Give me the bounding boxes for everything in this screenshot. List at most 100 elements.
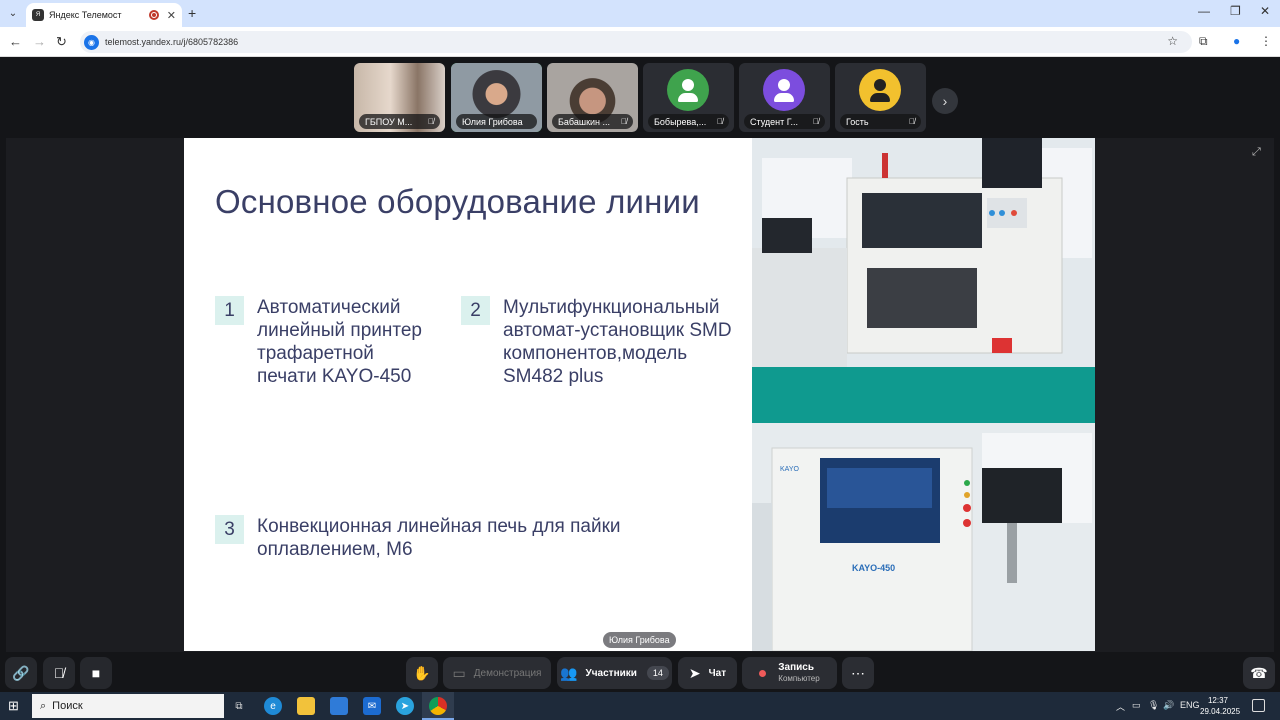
back-icon[interactable]: ← (9, 34, 22, 49)
machine-label: KAYO-450 (852, 563, 895, 573)
forward-icon[interactable]: → (33, 34, 46, 49)
stencil-printer-photo: KAYO KAYO-450 (752, 423, 1095, 652)
user-avatar-icon (859, 69, 901, 111)
chrome-icon[interactable] (429, 697, 447, 715)
leave-call-button[interactable]: ☎ (1243, 657, 1275, 689)
extensions-icon[interactable]: ⧉ (1199, 34, 1208, 49)
screen-share-icon: ▭ (452, 664, 466, 681)
tab-search-chevron-icon[interactable]: ⌄ (5, 5, 21, 21)
network-icon[interactable]: ▭ (1132, 700, 1141, 711)
item-number: 2 (461, 296, 490, 325)
taskbar-search[interactable]: ⌕ Поиск (32, 694, 224, 718)
user-avatar-icon (763, 69, 805, 111)
slide-item-1: 1 Автоматический линейный принтер трафар… (215, 296, 422, 388)
participants-button[interactable]: 👥 Участники 14 (557, 657, 672, 689)
raise-hand-button[interactable]: ✋ (406, 657, 438, 689)
hand-icon: ✋ (413, 664, 431, 681)
send-icon: ➤ (688, 664, 701, 681)
bookmark-star-icon[interactable]: ☆ (1167, 34, 1178, 48)
participant-tile-active-speaker[interactable]: Юлия Грибова (451, 63, 542, 132)
edge-icon[interactable]: e (264, 697, 282, 715)
mic-off-icon: 🎙̸ (621, 117, 627, 126)
participant-tile[interactable]: Гость 🎙̸ (835, 63, 926, 132)
tab-close-icon[interactable]: ✕ (167, 9, 176, 22)
language-indicator[interactable]: ENG (1180, 700, 1200, 710)
chat-button[interactable]: ➤ Чат (678, 657, 737, 689)
record-dot-icon (759, 669, 767, 677)
telegram-icon[interactable]: ➤ (396, 697, 414, 715)
reload-icon[interactable]: ↻ (56, 34, 67, 50)
close-window-icon[interactable]: ✕ (1260, 4, 1270, 18)
item-line: компонентов,модель (503, 343, 688, 364)
participant-name: Юлия Грибова (462, 116, 523, 127)
volume-icon[interactable]: 🔊 (1163, 700, 1174, 711)
item-line: линейный принтер (257, 320, 422, 341)
fullscreen-icon[interactable]: ⤢ (1252, 146, 1266, 160)
task-view-icon[interactable]: ⧉ (230, 697, 248, 715)
item-number: 1 (215, 296, 244, 325)
browser-tab[interactable]: Я Яндекс Телемост ✕ (26, 3, 182, 27)
slide-teal-band (752, 367, 1095, 423)
participant-name: Бабашкин ... (558, 116, 611, 127)
copy-link-button[interactable]: 🔗 (5, 657, 37, 689)
people-icon: 👥 (560, 664, 578, 681)
browser-menu-icon[interactable]: ⋮ (1260, 34, 1272, 48)
participant-name: Бобырева,... (654, 116, 707, 127)
slide-item-3: 3 Конвекционная линейная печь для пайки … (215, 515, 621, 561)
participant-tile[interactable]: Бабашкин ... 🎙̸ (547, 63, 638, 132)
item-line: SM482 plus (503, 366, 604, 387)
more-dots-icon: ⋯ (851, 664, 865, 681)
participant-tile[interactable]: ГБПОУ М... 🎙̸ (354, 63, 445, 132)
tray-chevron-icon[interactable]: ︿ (1116, 700, 1125, 713)
camera-toggle-button[interactable]: ■ (80, 657, 112, 689)
svg-text:KAYO: KAYO (780, 466, 799, 473)
item-line: Конвекционная линейная печь для пайки (257, 516, 621, 537)
mail-icon[interactable]: ✉ (363, 697, 381, 715)
url-text: telemost.yandex.ru/j/6805782386 (105, 37, 239, 47)
mic-off-icon: 🎙̸ (717, 117, 723, 126)
item-line: оплавлением, М6 (257, 539, 413, 560)
slide-images: KAYO KAYO-450 (752, 138, 1095, 652)
maximize-icon[interactable]: ❐ (1230, 4, 1241, 18)
notifications-icon[interactable] (1252, 699, 1265, 712)
new-tab-icon[interactable]: + (188, 5, 196, 21)
item-line: печати KAYO-450 (257, 366, 412, 387)
mic-off-icon: 🎙̸ (813, 117, 819, 126)
minimize-icon[interactable]: — (1198, 4, 1210, 18)
taskbar-clock[interactable]: 12:37 29.04.2025 (1200, 695, 1240, 717)
file-explorer-icon[interactable] (297, 697, 315, 715)
microphone-toggle-button[interactable]: 🎙̸ (43, 657, 75, 689)
site-info-icon[interactable]: ◉ (84, 34, 99, 50)
user-avatar-icon (667, 69, 709, 111)
browser-toolbar: ← → ↻ ◉ telemost.yandex.ru/j/6805782386 … (0, 27, 1280, 57)
store-icon[interactable] (330, 697, 348, 715)
camera-icon: ■ (91, 665, 101, 681)
speaker-name-badge: Юлия Грибова (603, 632, 676, 648)
phone-hangup-icon: ☎ (1250, 664, 1268, 681)
more-options-button[interactable]: ⋯ (842, 657, 874, 689)
meeting-controls: 🔗 🎙̸ ■ ✋ ▭ Демонстрация 👥 Участники 14 ➤ Чат… (0, 652, 1280, 692)
microphone-tray-icon[interactable]: 🎙 (1148, 700, 1159, 711)
item-line: трафаретной (257, 343, 374, 364)
mic-off-icon: 🎙̸ (53, 665, 65, 681)
windows-start-icon[interactable]: ⊞ (8, 699, 22, 713)
item-line: Автоматический (257, 297, 401, 318)
item-line: автомат-установщик SMD (503, 320, 732, 341)
participant-name: Гость (846, 116, 869, 127)
slide-item-2: 2 Мультифункциональный автомат-установщи… (461, 296, 732, 388)
participants-count: 14 (646, 666, 669, 680)
record-button[interactable]: Запись Компьютер (742, 657, 837, 689)
slide-title: Основное оборудование линии (215, 183, 700, 220)
participant-name: Студент Г... (750, 116, 799, 127)
mic-off-icon: 🎙̸ (909, 117, 915, 126)
next-participants-chevron-icon[interactable]: › (932, 88, 958, 114)
participant-name: ГБПОУ М... (365, 116, 413, 127)
item-number: 3 (215, 515, 244, 544)
participant-tile[interactable]: Бобырева,... 🎙̸ (643, 63, 734, 132)
profile-icon[interactable]: ● (1233, 34, 1240, 48)
address-bar[interactable]: ◉ telemost.yandex.ru/j/6805782386 ☆ (80, 31, 1192, 53)
participant-tile[interactable]: Студент Г... 🎙̸ (739, 63, 830, 132)
screen-share-button[interactable]: ▭ Демонстрация (443, 657, 551, 689)
browser-tab-strip: ⌄ Я Яндекс Телемост ✕ + — ❐ ✕ (0, 0, 1280, 27)
link-icon: 🔗 (12, 664, 30, 681)
